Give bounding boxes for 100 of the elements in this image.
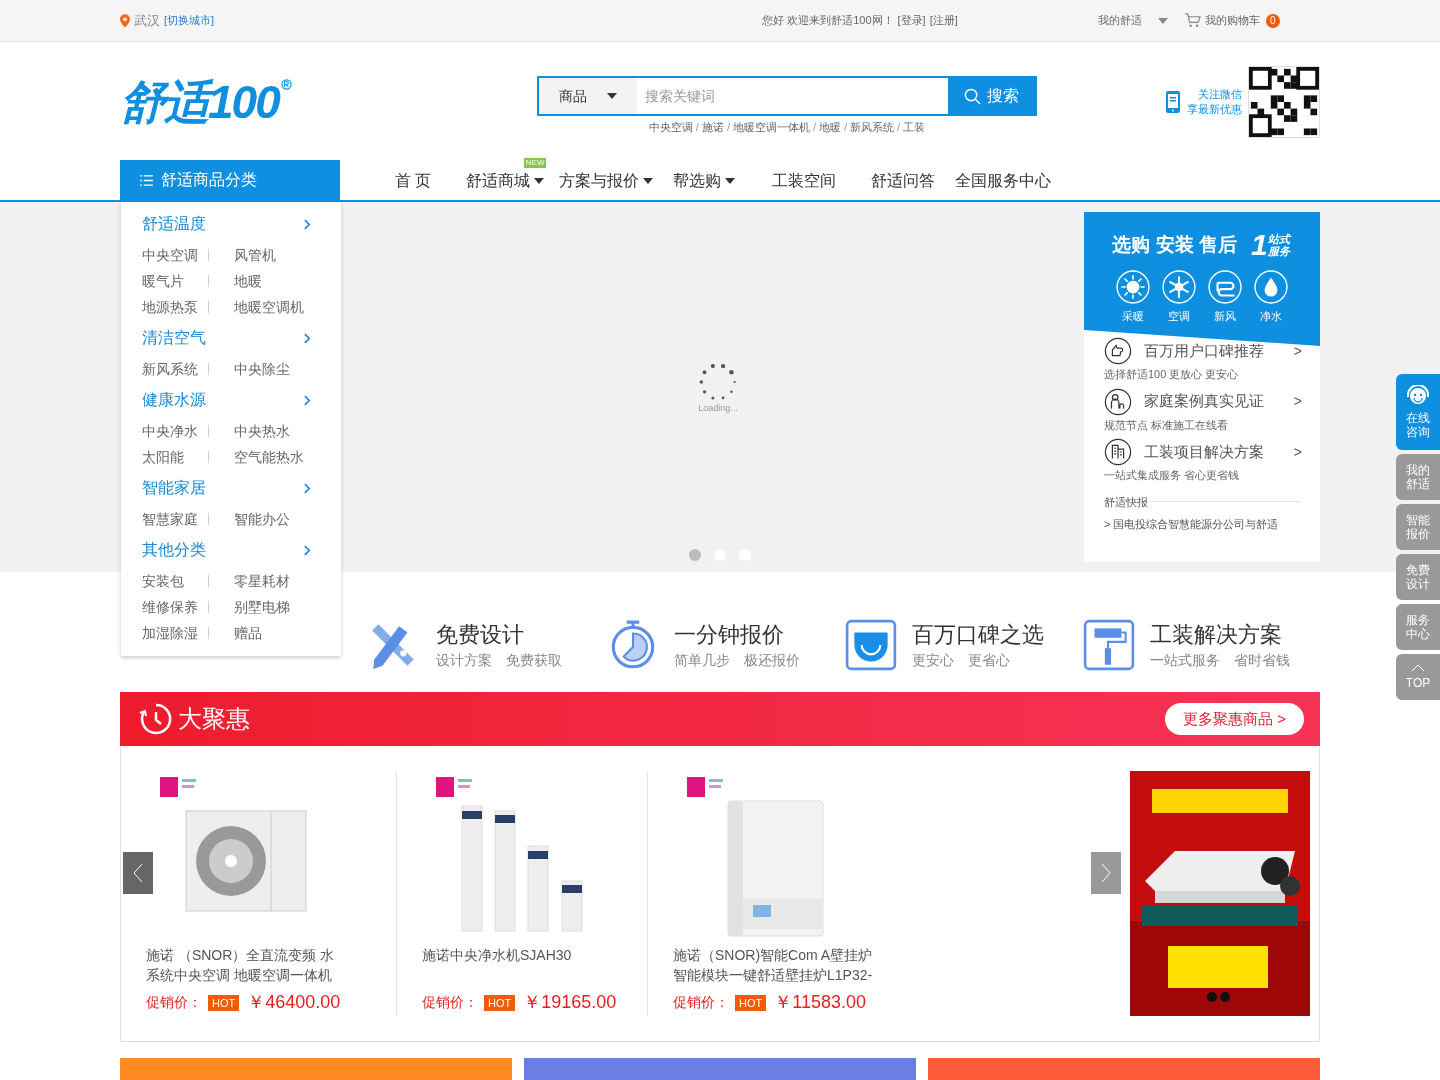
- next-arrow-button[interactable]: [1091, 852, 1121, 894]
- category-heading-link[interactable]: 智能家居: [121, 470, 341, 506]
- badge-digit: 1: [1250, 230, 1268, 260]
- separator-slash: /: [726, 120, 730, 136]
- category-link[interactable]: 维修保养: [142, 596, 208, 618]
- category-link[interactable]: 零星耗材: [234, 570, 290, 592]
- register-link[interactable]: [注册]: [929, 12, 958, 29]
- feature-subtitle: 设计方案: [436, 650, 492, 670]
- separator-slash: /: [695, 120, 699, 136]
- separator-slash: /: [897, 120, 901, 136]
- category-menu-button[interactable]: 舒适商品分类: [120, 160, 340, 200]
- category-link[interactable]: 中央空调: [142, 244, 208, 266]
- category-link[interactable]: 智能办公: [234, 508, 290, 530]
- category-link[interactable]: 赠品: [234, 622, 262, 644]
- service-label: 新风: [1214, 309, 1236, 324]
- caret-icon: [1157, 17, 1168, 24]
- search-field[interactable]: 商品 搜索关键词 搜索: [537, 76, 1037, 117]
- thumbs-up-icon: [1104, 337, 1132, 365]
- feature-subtitle: 更安心: [912, 650, 954, 670]
- my-account-menu[interactable]: 我的舒适: [1097, 12, 1168, 29]
- product-name-link[interactable]: 施诺（SNOR)智能Com A壁挂炉智能模块一键舒适壁挂炉L1P32-: [673, 945, 873, 985]
- service-item-link[interactable]: 百万用户口碑推荐 >: [1104, 336, 1300, 366]
- hot-keyword-link[interactable]: 地暖空调一体机: [732, 119, 810, 136]
- hot-keyword-link[interactable]: 新风系统: [850, 119, 895, 136]
- chevron-right-icon: [304, 332, 311, 344]
- nav-link[interactable]: 舒适商城: [466, 169, 545, 193]
- product-name-link[interactable]: 施诺中央净水机SJAH30: [422, 945, 622, 985]
- hot-keyword-link[interactable]: 工装: [903, 119, 926, 136]
- family-icon: [1104, 387, 1132, 416]
- paint-roller-icon: [1082, 618, 1136, 672]
- feature-title: 免费设计: [436, 620, 525, 649]
- hot-keyword-link[interactable]: 施诺: [701, 119, 724, 136]
- building-icon: [1104, 438, 1132, 466]
- product-price: ￥11583.00: [774, 991, 866, 1014]
- more-deals-button[interactable]: 更多聚惠商品 >: [1165, 703, 1304, 735]
- feature-title: 百万口碑之选: [912, 620, 1044, 649]
- category-link[interactable]: 中央除尘: [234, 358, 290, 380]
- category-link[interactable]: 地暖空调机: [234, 296, 304, 318]
- search-scope-dropdown[interactable]: 商品: [539, 78, 637, 115]
- loading-text: Loading...: [698, 402, 738, 415]
- nav-link[interactable]: 方案与报价: [559, 169, 654, 193]
- chevron-icon: >: [1293, 340, 1302, 362]
- feature-title: 一分钟报价: [674, 620, 785, 649]
- hot-badge: HOT: [735, 994, 767, 1011]
- service-item-link[interactable]: 家庭案例真实见证 >: [1104, 386, 1300, 417]
- category-link[interactable]: 空气能热水: [234, 446, 304, 468]
- feature-subtitle: 一站式服务: [1150, 650, 1220, 670]
- nav-link[interactable]: 帮选购: [673, 169, 736, 193]
- category-link[interactable]: 加湿除湿: [142, 622, 208, 644]
- price-label: 促销价：: [673, 993, 729, 1012]
- hot-badge: HOT: [484, 994, 516, 1011]
- category-heading-link[interactable]: 清洁空气: [121, 320, 341, 356]
- category-link[interactable]: 太阳能: [142, 446, 208, 468]
- product-name-link[interactable]: 施诺 （SNOR）全直流变频 水系统中央空调 地暖空调一体机: [146, 945, 346, 985]
- product-price: ￥19165.00: [523, 991, 617, 1014]
- product-price: ￥46400.00: [247, 991, 341, 1014]
- search-button[interactable]: 搜索: [948, 78, 1035, 115]
- badge-text: 站式服务: [1267, 233, 1292, 257]
- category-heading-link[interactable]: 健康水源: [121, 382, 341, 418]
- city-label: 武汉: [134, 11, 160, 30]
- chevron-icon: >: [1293, 441, 1302, 463]
- chevron-right-icon: [1101, 863, 1111, 883]
- location-pin-icon: [120, 13, 130, 28]
- category-link[interactable]: 别墅电梯: [234, 596, 290, 618]
- welcome-text: 您好 欢迎来到舒适100网！: [762, 13, 894, 29]
- service-item-link[interactable]: 工装项目解决方案 >: [1104, 437, 1300, 467]
- qr-code-icon: [1248, 66, 1320, 138]
- login-link[interactable]: [登录]: [897, 12, 926, 29]
- category-link[interactable]: 风管机: [234, 244, 276, 266]
- category-link[interactable]: 暖气片: [142, 270, 208, 292]
- news-link[interactable]: > 国电投综合智慧能源分公司与舒适: [1104, 516, 1300, 533]
- hot-keyword-link[interactable]: 中央空调: [648, 119, 693, 136]
- category-heading-link[interactable]: 其他分类: [121, 532, 341, 568]
- category-link[interactable]: 地暖: [234, 270, 262, 292]
- switch-city-link[interactable]: [切换城市]: [164, 12, 215, 29]
- category-link[interactable]: 中央净水: [142, 420, 208, 442]
- previous-arrow-button[interactable]: [123, 852, 153, 894]
- water-drop-icon: [1254, 270, 1288, 304]
- nav-link[interactable]: 舒适问答: [871, 169, 936, 193]
- sun-icon: [1116, 270, 1150, 304]
- cart-link[interactable]: 我的购物车 0: [1183, 12, 1280, 29]
- nav-link[interactable]: 首 页: [395, 169, 432, 193]
- chevron-right-icon: [304, 544, 311, 556]
- nav-link[interactable]: 全国服务中心: [955, 169, 1052, 193]
- category-link[interactable]: 中央热水: [234, 420, 290, 442]
- category-heading-link[interactable]: 舒适温度: [121, 206, 341, 242]
- category-link[interactable]: 地源热泵: [142, 296, 208, 318]
- hot-keyword-link[interactable]: 地暖: [819, 119, 842, 136]
- site-logo[interactable]: 舒适100: [120, 79, 279, 125]
- category-link[interactable]: 新风系统: [142, 358, 208, 380]
- side-tool-button[interactable]: 在线 咨询: [1396, 374, 1440, 450]
- chevron-up-icon: [1411, 664, 1425, 672]
- category-link[interactable]: 智慧家庭: [142, 508, 208, 530]
- cart-count-badge: 0: [1265, 13, 1280, 28]
- category-link[interactable]: 安装包: [142, 570, 208, 592]
- deals-title: 大聚惠: [178, 704, 250, 734]
- chevron-left-icon: [133, 863, 143, 883]
- nav-link[interactable]: 工装空间: [772, 169, 837, 193]
- cart-icon: [1183, 13, 1201, 28]
- hot-badge: HOT: [208, 994, 240, 1011]
